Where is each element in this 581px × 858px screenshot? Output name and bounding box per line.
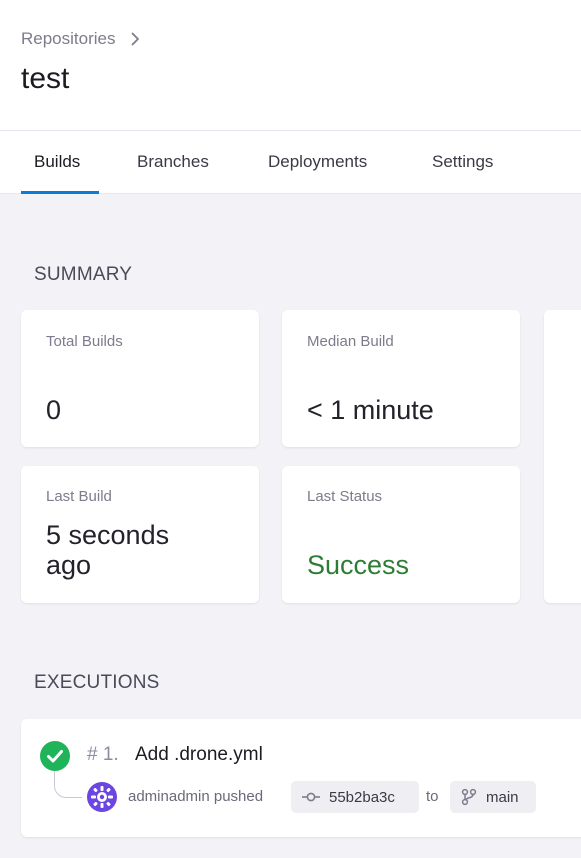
- tab-branches[interactable]: Branches: [137, 152, 209, 172]
- total-builds-value: 0: [46, 395, 62, 425]
- avatar-icon: [87, 782, 117, 812]
- summary-extra-card: [544, 310, 581, 603]
- to-label: to: [426, 788, 439, 805]
- tab-builds[interactable]: Builds: [34, 152, 80, 172]
- commit-icon: [302, 792, 320, 802]
- median-build-card: Median Build < 1 minute: [282, 310, 520, 447]
- author-pushed-text: adminadmin pushed: [128, 788, 264, 805]
- last-status-value: Success: [307, 550, 410, 580]
- tab-deployments[interactable]: Deployments: [268, 152, 367, 172]
- breadcrumb-repositories-link[interactable]: Repositories: [21, 29, 116, 49]
- executions-heading: EXECUTIONS: [34, 672, 160, 693]
- last-build-value-line1: 5 seconds: [46, 520, 170, 550]
- success-check-icon: [40, 741, 70, 771]
- median-build-label: Median Build: [307, 333, 394, 350]
- page-title: test: [21, 62, 70, 95]
- build-number: # 1.: [87, 744, 119, 765]
- tab-bar: Builds Branches Deployments Settings: [0, 131, 581, 194]
- last-status-card: Last Status Success: [282, 466, 520, 603]
- summary-heading: SUMMARY: [34, 264, 133, 285]
- active-tab-indicator: [21, 191, 99, 194]
- tree-connector: [54, 771, 82, 798]
- commit-hash: 55b2ba3c: [329, 788, 395, 806]
- median-build-value: < 1 minute: [307, 395, 434, 425]
- branch-name: main: [486, 788, 519, 806]
- breadcrumb: Repositories: [21, 29, 142, 49]
- last-build-label: Last Build: [46, 488, 112, 505]
- chevron-right-icon: [131, 32, 139, 46]
- total-builds-label: Total Builds: [46, 333, 123, 350]
- last-build-value-line2: ago: [46, 550, 92, 580]
- execution-item[interactable]: # 1. Add .drone.yml adminadmin pushed 55…: [21, 719, 581, 837]
- commit-chip[interactable]: 55b2ba3c: [291, 781, 419, 813]
- git-branch-icon: [461, 788, 477, 806]
- total-builds-card: Total Builds 0: [21, 310, 259, 447]
- tab-settings[interactable]: Settings: [432, 152, 493, 172]
- branch-chip[interactable]: main: [450, 781, 536, 813]
- last-status-label: Last Status: [307, 488, 383, 505]
- last-build-card: Last Build 5 seconds ago: [21, 466, 259, 603]
- repo-header: Repositories test Builds Branches Deploy…: [0, 0, 581, 194]
- build-message[interactable]: Add .drone.yml: [135, 744, 263, 766]
